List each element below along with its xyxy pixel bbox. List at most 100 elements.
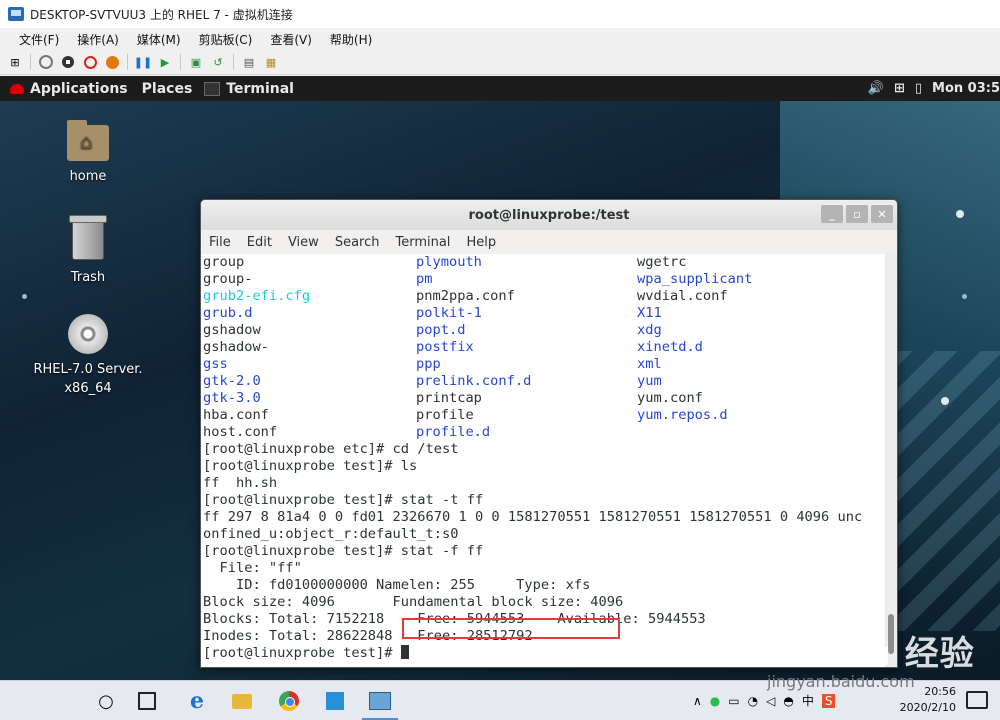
listing-entry: grub2-efi.cfg (203, 288, 311, 304)
host-menu-help[interactable]: 帮助(H) (321, 31, 381, 48)
speaker-icon[interactable]: ◁ (766, 694, 775, 708)
wechat-icon[interactable]: ● (710, 694, 720, 708)
action-center-icon[interactable] (966, 691, 988, 709)
wifi-icon[interactable]: ◔ (748, 694, 758, 708)
shutdown-icon[interactable] (83, 55, 97, 69)
settings-icon[interactable]: ▦ (264, 55, 278, 69)
places-menu[interactable]: Places (142, 81, 193, 97)
listing-entry: group- (203, 271, 253, 287)
listing-entry: pm (416, 271, 433, 287)
listing-entry: gshadow (203, 322, 261, 338)
maximize-button[interactable]: ▫ (846, 205, 868, 223)
terminal-menu-help[interactable]: Help (458, 235, 504, 250)
terminal-line: [root@linuxprobe test]# stat -t ff (203, 492, 484, 508)
desktop-icon-rhel-disc[interactable]: RHEL-7.0 Server. x86_64 (33, 314, 143, 396)
edge-browser-icon[interactable]: e (185, 688, 209, 714)
hyperv-manager-icon[interactable] (368, 689, 392, 713)
terminal-prompt: [root@linuxprobe test]# (203, 645, 401, 661)
gnome-clock[interactable]: Mon 03:5 (932, 81, 1000, 96)
listing-entry: hba.conf (203, 407, 269, 423)
guest-display[interactable]: Applications Places Terminal 🔊 ⊞ ▯ Mon 0… (0, 76, 1000, 680)
desktop-icon-label: Trash (70, 270, 106, 285)
applications-menu[interactable]: Applications (30, 81, 128, 97)
listing-entry: plymouth (416, 254, 482, 270)
terminal-titlebar[interactable]: root@linuxprobe:/test _ ▫ ✕ (201, 200, 897, 230)
checkpoint-icon[interactable]: ▣ (189, 55, 203, 69)
terminal-listing-row: gtk-3.0 printcap yum.conf (201, 390, 885, 407)
close-button[interactable]: ✕ (871, 205, 893, 223)
revert-icon[interactable]: ↺ (211, 55, 225, 69)
sogou-icon[interactable]: S (821, 693, 836, 708)
terminal-menu-file[interactable]: File (201, 235, 239, 250)
host-titlebar: DESKTOP-SVTVUU3 上的 RHEL 7 - 虚拟机连接 (0, 0, 1000, 28)
gnome-top-bar: Applications Places Terminal 🔊 ⊞ ▯ Mon 0… (0, 76, 1000, 101)
ime-indicator[interactable]: 中 (802, 692, 814, 709)
host-toolbar: ⊞ ❚❚ ▶ ▣ ↺ ▤ ▦ (0, 50, 1000, 75)
terminal-line: ff hh.sh (203, 475, 278, 491)
terminal-output[interactable]: group plymouth wgetrc group-pm wpa_supplican… (201, 254, 885, 667)
desktop-icon-home[interactable]: home (33, 120, 143, 184)
terminal-menubar: File Edit View Search Terminal Help (201, 230, 897, 254)
vm-connection-icon (8, 7, 24, 21)
listing-entry: yum (637, 373, 662, 389)
wallpaper-dot (962, 294, 967, 299)
minimize-button[interactable]: _ (821, 205, 843, 223)
battery-icon[interactable]: ▯ (915, 81, 922, 96)
host-menu-view[interactable]: 查看(V) (261, 31, 321, 48)
cortana-icon[interactable]: ○ (94, 689, 118, 713)
turn-off-icon[interactable] (61, 55, 75, 69)
listing-entry: wpa_supplicant (637, 271, 753, 287)
listing-entry: pnm2ppa.conf (416, 288, 515, 304)
tray-expand-icon[interactable]: ∧ (693, 694, 702, 708)
listing-entry: group (203, 254, 245, 270)
start-icon[interactable] (39, 55, 53, 69)
listing-entry: profile (416, 407, 474, 423)
terminal-title: root@linuxprobe:/test (468, 207, 630, 223)
terminal-line: ID: fd0100000000 Namelen: 255 Type: xfs (203, 577, 591, 593)
resume-icon[interactable]: ▶ (158, 55, 172, 69)
host-menu-file[interactable]: 文件(F) (0, 31, 68, 48)
listing-entry: printcap (416, 390, 482, 406)
terminal-scrollbar[interactable] (885, 254, 897, 667)
terminal-menu-search[interactable]: Search (327, 235, 388, 250)
terminal-menu-terminal[interactable]: Terminal (387, 235, 458, 250)
host-menu-clipboard[interactable]: 剪贴板(C) (190, 31, 262, 48)
enhanced-session-icon[interactable]: ▤ (242, 55, 256, 69)
listing-entry: xinetd.d (637, 339, 703, 355)
host-menu-action[interactable]: 操作(A) (68, 31, 128, 48)
network-icon[interactable]: ⊞ (894, 81, 905, 96)
listing-entry: popt.d (416, 322, 466, 338)
terminal-line: onfined_u:object_r:default_t:s0 (203, 526, 459, 542)
qq-icon[interactable]: ◓ (783, 694, 793, 708)
terminal-menu-view[interactable]: View (280, 235, 327, 250)
volume-icon[interactable]: 🔊 (868, 81, 884, 96)
chrome-icon[interactable] (277, 689, 301, 713)
terminal-listing-row: gshadow popt.d xdg (201, 322, 885, 339)
save-state-icon[interactable] (105, 55, 119, 69)
desktop-icon-trash[interactable]: Trash (33, 215, 143, 285)
listing-entry: X11 (637, 305, 662, 321)
terminal-window[interactable]: root@linuxprobe:/test _ ▫ ✕ File Edit Vi… (200, 199, 898, 668)
terminal-menu-edit[interactable]: Edit (239, 235, 280, 250)
terminal-listing-row: grub.d polkit-1 X11 (201, 305, 885, 322)
desktop-icon-label-line2: x86_64 (64, 381, 112, 396)
terminal-listing-row: hba.conf profile yum.repos.d (201, 407, 885, 424)
file-explorer-icon[interactable] (230, 689, 254, 713)
pause-icon[interactable]: ❚❚ (134, 55, 152, 69)
terminal-listing-row: group plymouth wgetrc (201, 254, 885, 271)
listing-entry: host.conf (203, 424, 278, 440)
network-tray-icon[interactable]: ▭ (728, 694, 739, 708)
store-icon[interactable] (323, 689, 347, 713)
listing-entry: xdg (637, 322, 662, 338)
task-view-icon[interactable] (135, 689, 159, 713)
host-menu-media[interactable]: 媒体(M) (128, 31, 190, 48)
desktop-icon-label: home (69, 169, 107, 184)
active-app-label[interactable]: Terminal (226, 81, 294, 97)
listing-entry: yum.repos.d (637, 407, 728, 423)
wallpaper-dot (956, 210, 964, 218)
listing-entry: wgetrc (637, 254, 687, 270)
terminal-listing-row: group-pm wpa_supplicant (201, 271, 885, 288)
terminal-line: [root@linuxprobe test]# stat -f ff (203, 543, 484, 559)
ctrl-alt-del-icon[interactable]: ⊞ (8, 55, 22, 69)
dvd-disc-icon (68, 314, 108, 354)
